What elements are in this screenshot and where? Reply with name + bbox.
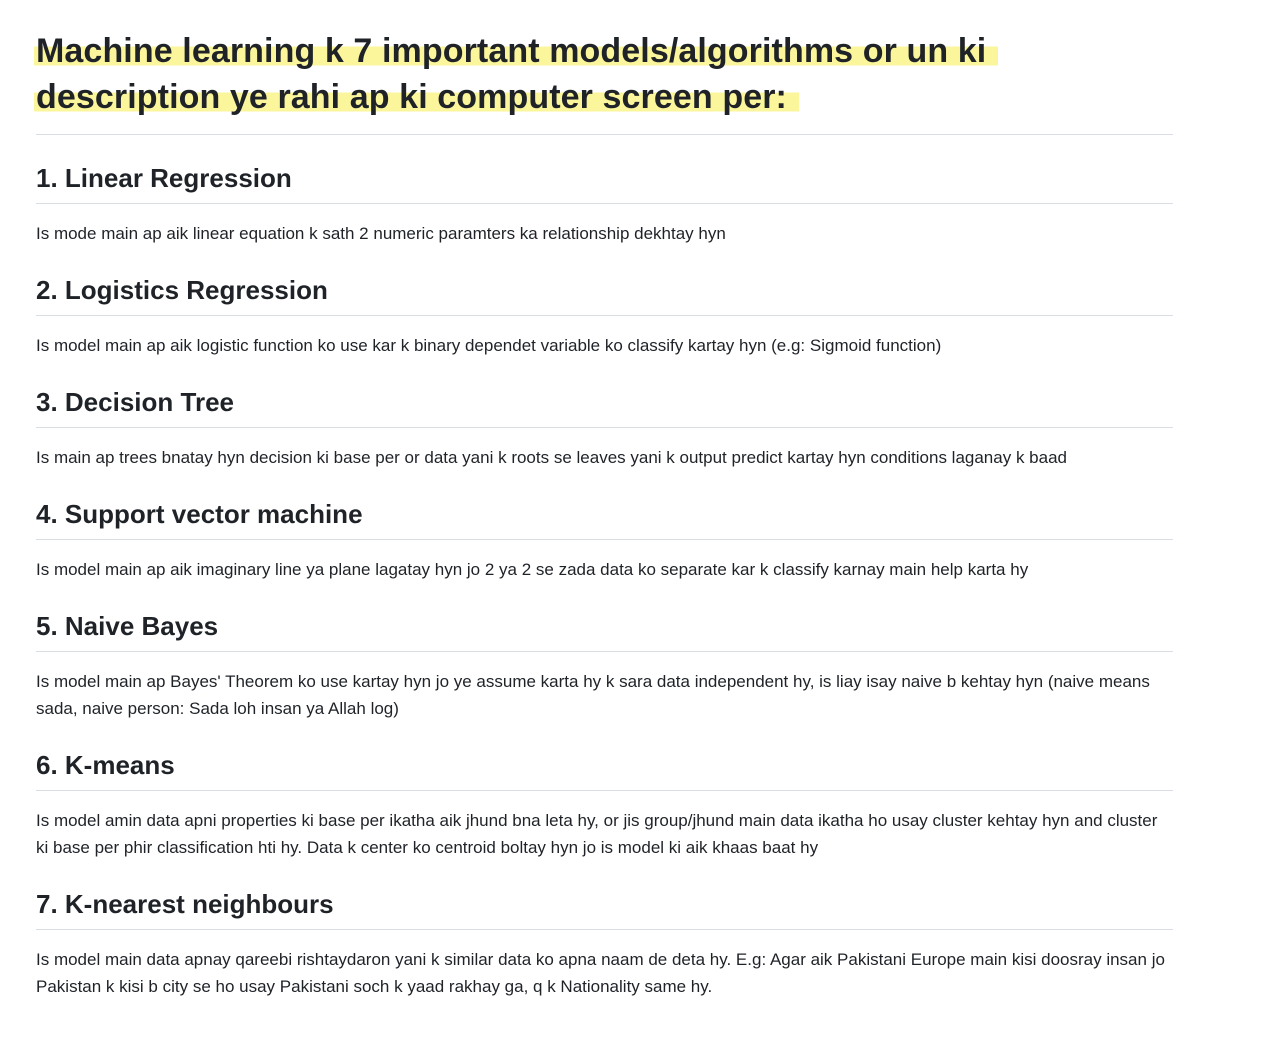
document-page: Machine learning k 7 important models/al… bbox=[0, 0, 1280, 1049]
section-heading: 2. Logistics Regression bbox=[36, 273, 1173, 316]
section-body: Is model main data apnay qareebi rishtay… bbox=[36, 950, 1165, 996]
section-body: Is mode main ap aik linear equation k sa… bbox=[36, 224, 726, 243]
section-body: Is model main ap aik logistic function k… bbox=[36, 336, 942, 355]
section-logistics-regression: 2. Logistics Regression Is model main ap… bbox=[36, 273, 1173, 359]
section-heading: 3. Decision Tree bbox=[36, 385, 1173, 428]
section-k-means: 6. K-means Is model amin data apni prope… bbox=[36, 748, 1173, 861]
title-block: Machine learning k 7 important models/al… bbox=[34, 28, 1173, 135]
section-heading: 1. Linear Regression bbox=[36, 161, 1173, 204]
section-heading: 5. Naive Bayes bbox=[36, 609, 1173, 652]
section-heading: 4. Support vector machine bbox=[36, 497, 1173, 540]
title-highlight: Machine learning k 7 important models/al… bbox=[34, 32, 999, 116]
section-linear-regression: 1. Linear Regression Is mode main ap aik… bbox=[36, 161, 1173, 247]
section-support-vector-machine: 4. Support vector machine Is model main … bbox=[36, 497, 1173, 583]
section-body: Is model main ap aik imaginary line ya p… bbox=[36, 560, 1029, 579]
section-decision-tree: 3. Decision Tree Is main ap trees bnatay… bbox=[36, 385, 1173, 471]
section-k-nearest-neighbours: 7. K-nearest neighbours Is model main da… bbox=[36, 887, 1173, 1000]
section-naive-bayes: 5. Naive Bayes Is model main ap Bayes' T… bbox=[36, 609, 1173, 722]
page-title: Machine learning k 7 important models/al… bbox=[34, 28, 1173, 120]
section-heading: 7. K-nearest neighbours bbox=[36, 887, 1173, 930]
section-heading: 6. K-means bbox=[36, 748, 1173, 791]
section-body: Is main ap trees bnatay hyn decision ki … bbox=[36, 448, 1067, 467]
section-body: Is model main ap Bayes' Theorem ko use k… bbox=[36, 672, 1150, 718]
document-content: Machine learning k 7 important models/al… bbox=[34, 28, 1173, 1000]
section-body: Is model amin data apni properties ki ba… bbox=[36, 811, 1158, 857]
